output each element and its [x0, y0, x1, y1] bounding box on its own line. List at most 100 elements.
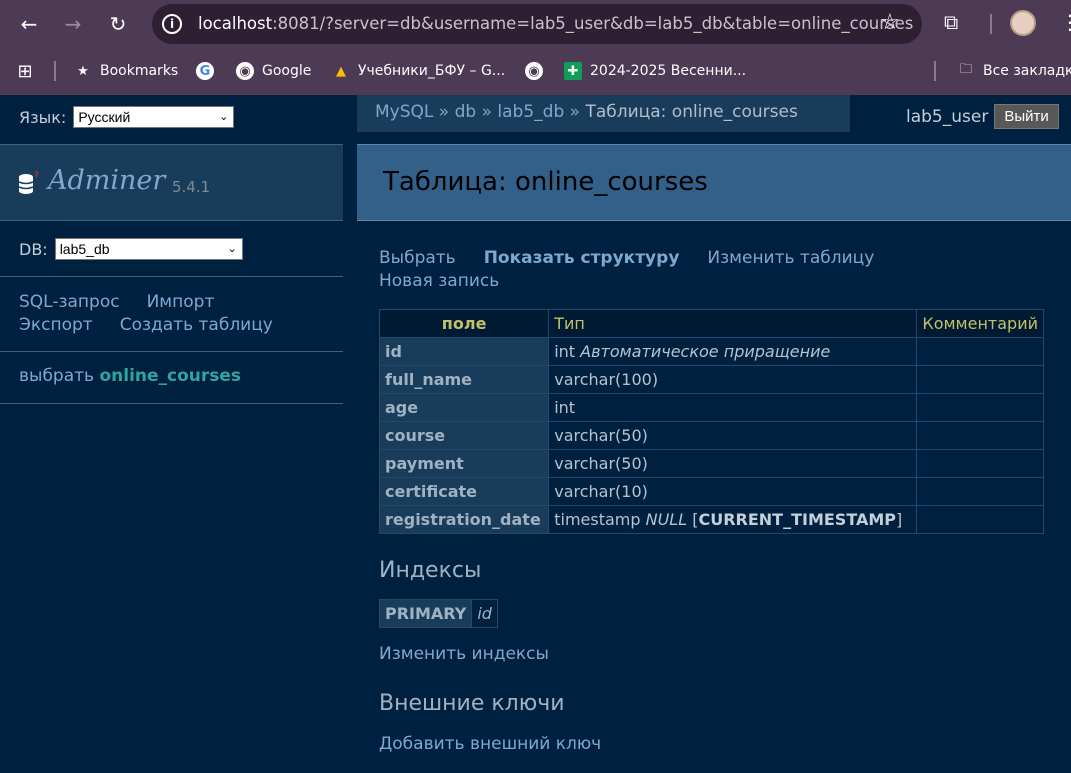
field-type: varchar(50) — [548, 449, 918, 478]
column-header-type: Тип — [548, 309, 918, 338]
all-bookmarks[interactable]: 🗀 Все закладки — [957, 60, 1071, 82]
browser-toolbar: ← → ↻ i localhost:8081/?server=db&userna… — [0, 0, 1071, 50]
logout-button[interactable]: Выйти — [994, 104, 1059, 129]
bookmark-drive[interactable]: ▲ Учебники_БФУ – G... — [332, 60, 505, 82]
title-header: Таблица: online_courses — [357, 144, 1071, 221]
field-type: int Автоматическое приращение — [548, 337, 918, 366]
globe-icon: ◉ — [525, 62, 543, 80]
user-area: lab5_user Выйти — [906, 104, 1059, 129]
bookmark-sheets[interactable]: ✚ 2024-2025 Весенни... — [564, 60, 746, 82]
table-name-link[interactable]: online_courses — [99, 366, 241, 386]
type-value: int — [554, 342, 576, 361]
alter-indexes-link[interactable]: Изменить индексы — [379, 644, 549, 664]
table-row: course varchar(50) — [378, 421, 1044, 450]
breadcrumb-db[interactable]: lab5_db — [497, 102, 564, 122]
apps-icon[interactable]: ⊞ — [16, 60, 42, 82]
column-header-comment: Комментарий — [916, 309, 1044, 338]
breadcrumb-server[interactable]: db — [455, 102, 477, 122]
table-row: id int Автоматическое приращение — [378, 337, 1044, 366]
field-comment — [916, 337, 1044, 366]
bookmarks-separator — [934, 61, 936, 81]
bookmark-label: Google — [262, 63, 312, 79]
structure-table: поле Тип Комментарий id int Автоматическ… — [378, 309, 1044, 534]
profile-avatar[interactable] — [1010, 10, 1036, 36]
extensions-icon[interactable]: ⧉ — [944, 10, 970, 36]
alter-table-link[interactable]: Изменить таблицу — [707, 248, 874, 268]
divider — [0, 276, 343, 277]
column-header-field: поле — [378, 309, 550, 338]
field-comment — [916, 365, 1044, 394]
site-info-icon[interactable]: i — [162, 14, 182, 34]
sql-command-link[interactable]: SQL-запрос — [19, 292, 120, 312]
google-icon: G — [196, 62, 214, 80]
address-bar[interactable]: i localhost:8081/?server=db&username=lab… — [152, 4, 922, 44]
field-name: registration_date — [378, 505, 550, 534]
adminer-logo-link[interactable]: Adminer — [48, 165, 165, 196]
field-name: certificate — [378, 477, 550, 506]
url-text[interactable]: localhost:8081/?server=db&username=lab5_… — [198, 14, 913, 33]
url-path: :8081/?server=db&username=lab5_user&db=l… — [272, 14, 914, 33]
page-title: Таблица: online_courses — [383, 167, 708, 197]
forward-icon[interactable]: → — [58, 9, 88, 39]
indexes-table: PRIMARY id — [378, 599, 498, 628]
breadcrumb-current: Таблица: online_courses — [585, 102, 798, 122]
bookmark-label: Учебники_БФУ – G... — [358, 63, 506, 79]
db-value: lab5_db — [59, 241, 110, 257]
browser-menu-icon[interactable]: ⋮ — [1060, 10, 1071, 34]
breadcrumb: MySQL » db » lab5_db » Таблица: online_c… — [357, 95, 850, 132]
table-row: PRIMARY id — [378, 599, 498, 628]
select-table-link[interactable]: выбрать — [19, 366, 94, 386]
field-name: payment — [378, 449, 550, 478]
import-link[interactable]: Импорт — [147, 292, 215, 312]
db-select[interactable]: lab5_db ⌄ — [54, 238, 243, 260]
db-label: DB: — [19, 239, 48, 259]
chevron-down-icon: ⌄ — [219, 111, 229, 123]
language-select[interactable]: Русский ⌄ — [73, 106, 235, 128]
select-data-link[interactable]: Выбрать — [379, 248, 456, 268]
table-row: full_name varchar(100) — [378, 365, 1044, 394]
svg-text:?: ? — [34, 171, 39, 181]
globe-shortcut[interactable]: ◉ — [525, 60, 551, 82]
drive-icon: ▲ — [336, 63, 346, 79]
field-type: varchar(100) — [548, 365, 918, 394]
browser-chrome: ← → ↻ i localhost:8081/?server=db&userna… — [0, 0, 1071, 95]
main-content: Таблица: online_courses Выбрать Показать … — [357, 144, 1071, 773]
bookmarks-separator — [54, 61, 56, 81]
field-type: timestamp NULL [CURRENT_TIMESTAMP] — [548, 505, 918, 534]
type-extra: Автоматическое приращение — [580, 342, 831, 361]
google-shortcut[interactable]: G — [196, 60, 222, 82]
sidebar: ? Adminer 5.4.1 DB: lab5_db ⌄ SQL-запрос И… — [0, 144, 343, 773]
table-list: выбрать online_courses — [19, 366, 241, 386]
field-name: id — [378, 337, 550, 366]
table-row: payment varchar(50) — [378, 449, 1044, 478]
field-comment — [916, 421, 1044, 450]
new-item-link[interactable]: Новая запись — [379, 271, 499, 291]
foreign-keys-heading: Внешние ключи — [379, 691, 565, 716]
create-table-link[interactable]: Создать таблицу — [120, 315, 273, 335]
export-link[interactable]: Экспорт — [19, 315, 93, 335]
index-type: PRIMARY — [378, 599, 473, 628]
index-column: id — [471, 599, 498, 628]
type-default: CURRENT_TIMESTAMP — [698, 510, 897, 529]
url-host: localhost — [198, 14, 273, 33]
chevron-down-icon: ⌄ — [227, 243, 237, 255]
table-actions: Выбрать Показать структуру Изменить таблиц… — [379, 247, 979, 293]
bookmarks-bar: ⊞ ★ Bookmarks G ◉ Google ▲ Учебники_БФУ – G… — [0, 50, 1071, 90]
bookmark-label: Bookmarks — [100, 63, 179, 79]
bookmark-google[interactable]: ◉ Google — [236, 60, 311, 82]
db-menu: SQL-запрос Импорт Экспорт Создать таблицу — [19, 291, 300, 337]
back-icon[interactable]: ← — [14, 9, 44, 39]
language-selector: Язык: Русский ⌄ — [19, 106, 235, 128]
bookmark-bookmarks[interactable]: ★ Bookmarks — [74, 60, 178, 82]
bookmark-star-icon[interactable]: ☆ — [880, 10, 900, 35]
logo-header: ? Adminer 5.4.1 — [0, 144, 343, 221]
divider — [0, 351, 343, 352]
show-structure-link[interactable]: Показать структуру — [484, 248, 680, 268]
reload-icon[interactable]: ↻ — [103, 9, 133, 39]
all-bookmarks-label: Все закладки — [983, 63, 1071, 79]
breadcrumb-separator: » — [438, 102, 450, 122]
field-comment — [916, 505, 1044, 534]
type-value: timestamp — [554, 510, 641, 529]
breadcrumb-mysql[interactable]: MySQL — [375, 102, 433, 122]
add-foreign-key-link[interactable]: Добавить внешний ключ — [379, 734, 601, 754]
